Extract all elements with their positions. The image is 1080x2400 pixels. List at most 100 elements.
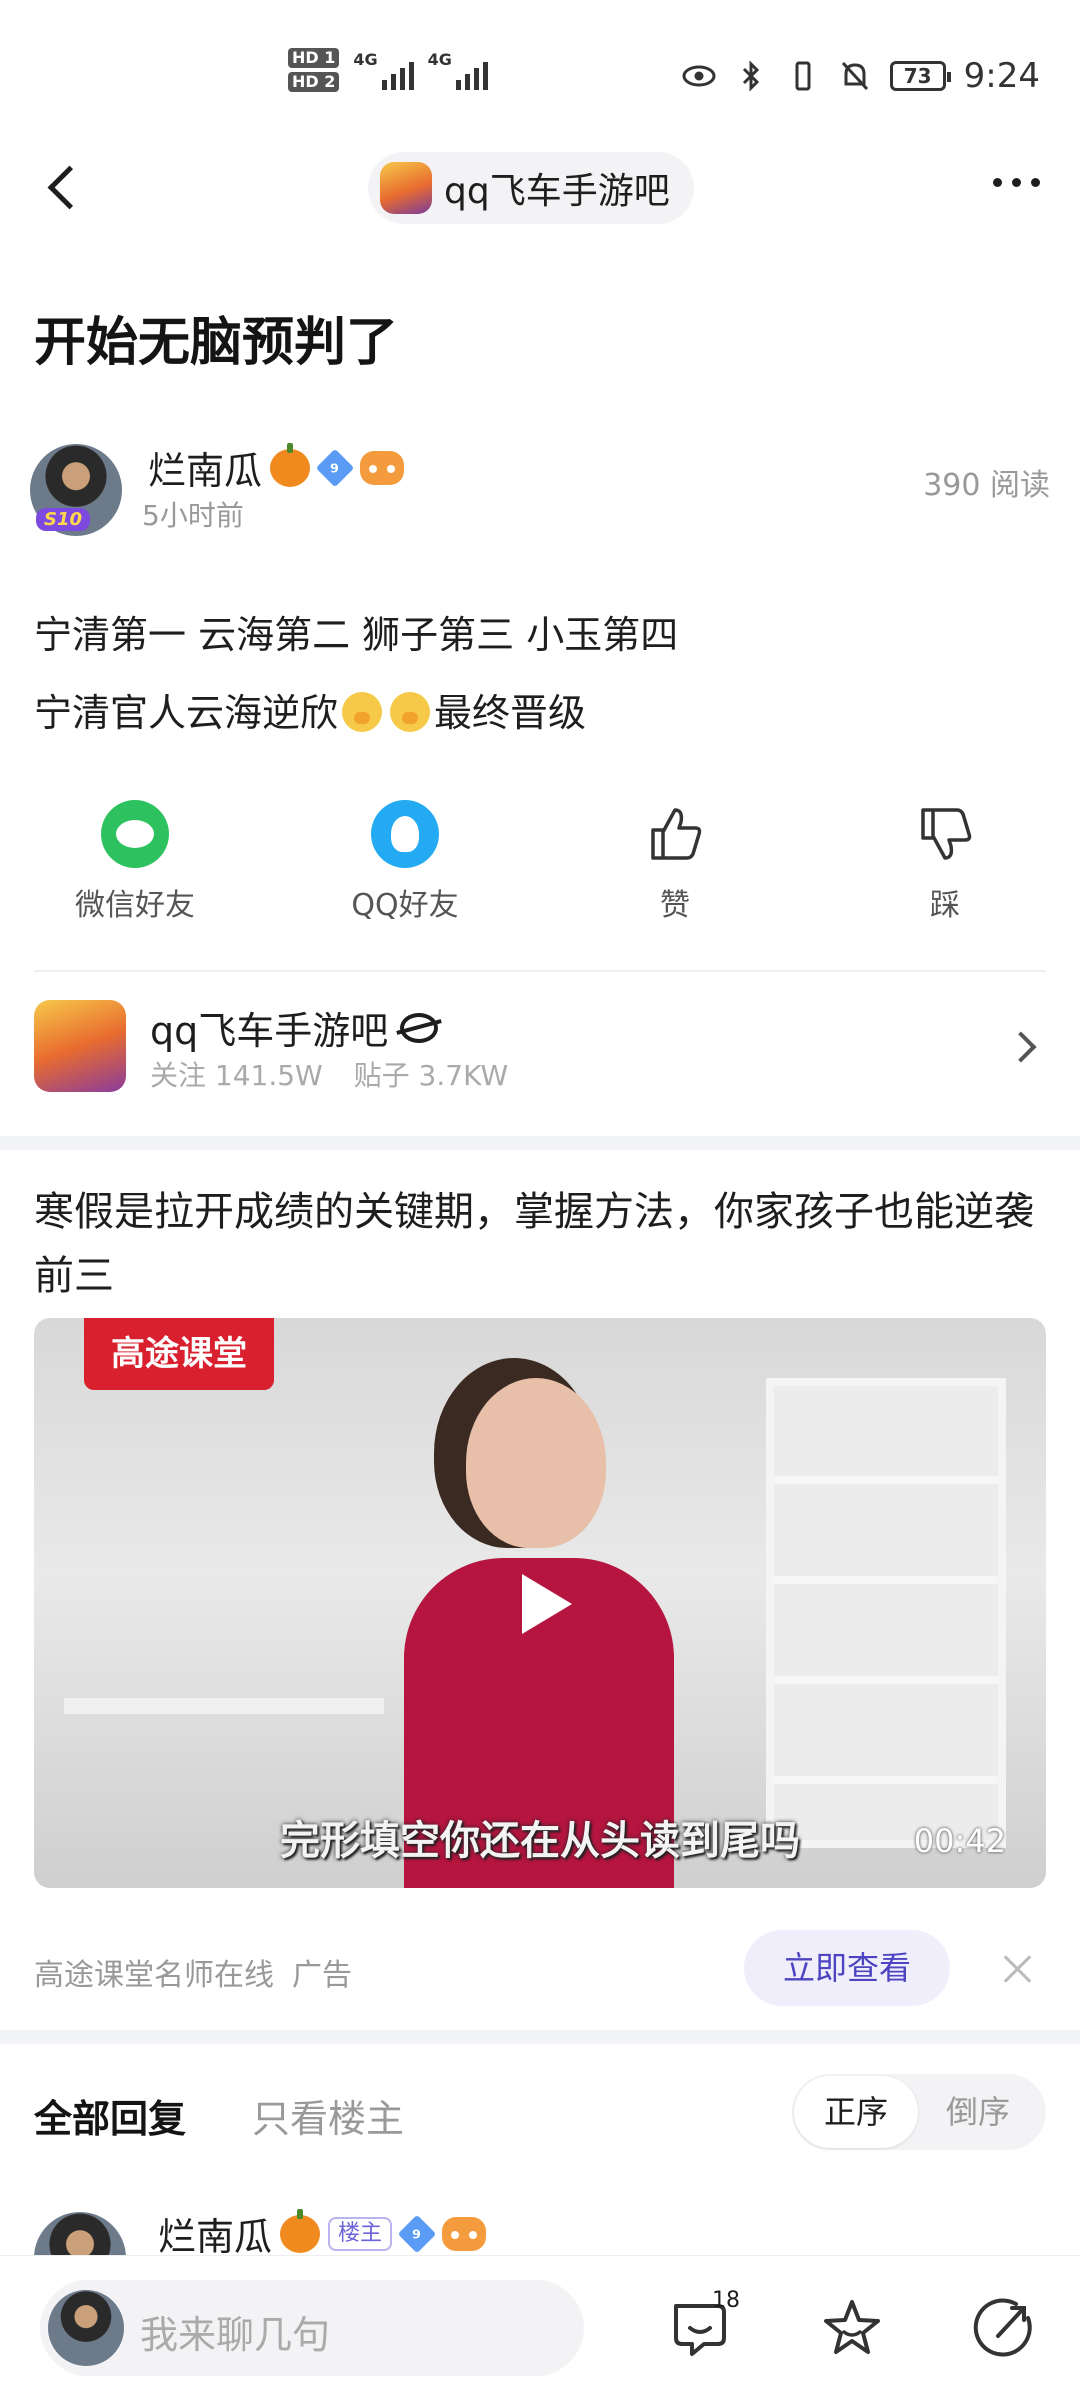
play-icon[interactable] <box>522 1574 572 1634</box>
level-number: 9 <box>330 459 340 476</box>
comment-count-badge: 18 <box>712 2288 740 2313</box>
reply-tabs: 全部回复 只看楼主 正序 倒序 <box>34 2074 1046 2154</box>
hd1-label: HD 1 <box>288 48 340 68</box>
post-content: 宁清第一 云海第二 狮子第三 小玉第四 宁清官人云海逆欣 最终晋级 <box>34 596 1044 752</box>
pumpkin-icon <box>270 442 311 487</box>
share-wechat-button[interactable]: 微信好友 <box>45 800 225 924</box>
level-badge-icon: 9 <box>315 448 355 487</box>
dislike-label: 踩 <box>930 888 960 923</box>
comment-placeholder: 我来聊几句 <box>140 2313 331 2357</box>
thumbs-down-icon <box>911 800 979 868</box>
share-qq-label: QQ好友 <box>351 888 459 923</box>
close-icon[interactable] <box>1002 1954 1032 1984</box>
video-subtitle: 完形填空你还在从头读到尾吗 <box>280 1818 800 1864</box>
forum-card-title: qq飞车手游吧 <box>150 1000 439 1055</box>
clock: 9:24 <box>963 56 1040 96</box>
my-avatar <box>48 2290 124 2366</box>
ad-title[interactable]: 寒假是拉开成绩的关键期，掌握方法，你家孩子也能逆袭前三 <box>34 1180 1046 1308</box>
ad-source-name: 高途课堂名师在线 <box>34 1958 274 1993</box>
emoji-icon <box>390 692 431 732</box>
back-arrow-icon[interactable] <box>40 160 90 216</box>
read-count: 390 阅读 <box>923 468 1050 503</box>
bluetooth-icon <box>734 59 768 93</box>
ad-video[interactable]: 高途课堂 完形填空你还在从头读到尾吗 00:42 <box>34 1318 1046 1888</box>
hd-indicator: HD 1 HD 2 <box>288 48 340 92</box>
gamepad-icon <box>360 450 405 485</box>
battery-indicator: 73 <box>889 61 951 91</box>
post-time: 5小时前 <box>142 499 244 532</box>
like-button[interactable]: 赞 <box>585 800 765 924</box>
signal-icon-2: 4G <box>428 50 488 90</box>
section-separator <box>0 2030 1080 2044</box>
video-scene-shelf <box>766 1378 1006 1848</box>
bottom-bar: 我来聊几句 18 <box>0 2256 1080 2400</box>
reply-level-number: 9 <box>412 2225 422 2242</box>
share-qq-button[interactable]: QQ好友 <box>315 800 495 924</box>
reply-author[interactable]: 烂南瓜 <box>158 2206 272 2261</box>
content-line-2-pre: 宁清官人云海逆欣 <box>34 691 339 735</box>
thumbs-up-icon <box>641 800 709 868</box>
forum-followers: 关注 141.5W <box>150 1059 323 1092</box>
qq-icon <box>371 800 439 868</box>
net2-label: 4G <box>427 50 452 69</box>
eye-icon <box>682 59 716 93</box>
tab-all-replies[interactable]: 全部回复 <box>34 2088 186 2143</box>
forum-pill[interactable]: qq飞车手游吧 <box>368 152 694 224</box>
wechat-icon <box>101 800 169 868</box>
planet-icon <box>400 1012 439 1043</box>
post-title: 开始无脑预判了 <box>34 313 399 373</box>
chevron-right-icon <box>1005 1031 1037 1063</box>
more-dots-icon[interactable] <box>993 178 1040 187</box>
video-duration: 00:42 <box>913 1822 1006 1860</box>
author-name-row: 烂南瓜 9 <box>148 440 405 495</box>
top-nav: qq飞车手游吧 <box>0 148 1080 228</box>
content-line-2-post: 最终晋级 <box>434 691 587 735</box>
emoji-icon <box>342 692 383 732</box>
author-name[interactable]: 烂南瓜 <box>148 440 262 495</box>
share-icon[interactable] <box>972 2296 1036 2360</box>
content-line-2: 宁清官人云海逆欣 最终晋级 <box>34 674 1044 752</box>
ad-brand-tag: 高途课堂 <box>84 1318 274 1390</box>
share-row: 微信好友 QQ好友 赞 踩 <box>0 800 1080 930</box>
mute-bell-icon <box>838 59 872 93</box>
pumpkin-icon <box>280 2208 321 2253</box>
ad-source: 高途课堂名师在线 广告 <box>34 1950 352 1994</box>
share-wechat-label: 微信好友 <box>75 888 195 923</box>
view-now-button[interactable]: 立即查看 <box>744 1930 950 2006</box>
sort-toggle: 正序 倒序 <box>792 2074 1046 2150</box>
forum-posts: 贴子 3.7KW <box>353 1059 509 1092</box>
sort-desc-button[interactable]: 倒序 <box>918 2076 1038 2148</box>
like-label: 赞 <box>660 888 690 923</box>
network-indicators: HD 1 HD 2 4G 4G <box>288 48 488 92</box>
signal-icon: 4G <box>353 50 414 90</box>
ad-footer: 高途课堂名师在线 广告 立即查看 <box>34 1930 1046 2010</box>
content-line-1: 宁清第一 云海第二 狮子第三 小玉第四 <box>34 613 679 657</box>
forum-card[interactable]: qq飞车手游吧 关注 141.5W 贴子 3.7KW <box>34 1000 1046 1100</box>
dislike-button[interactable]: 踩 <box>855 800 1035 924</box>
comment-input[interactable]: 我来聊几句 <box>40 2280 584 2376</box>
gamepad-icon <box>442 2216 487 2251</box>
host-tag: 楼主 <box>328 2216 393 2251</box>
ad-label: 广告 <box>292 1958 352 1993</box>
sort-asc-button[interactable]: 正序 <box>794 2076 918 2148</box>
avatar-badge: S10 <box>36 508 91 531</box>
net1-label: 4G <box>353 50 378 69</box>
author-row: S10 烂南瓜 9 5小时前 390 阅读 <box>30 440 1050 540</box>
hd2-label: HD 2 <box>288 72 340 92</box>
video-presenter-head <box>466 1378 606 1548</box>
star-favorite-icon[interactable] <box>820 2296 884 2360</box>
video-scene-bench <box>64 1698 384 1714</box>
forum-avatar <box>380 162 432 214</box>
divider <box>34 970 1046 972</box>
forum-name: qq飞车手游吧 <box>444 171 670 212</box>
forum-card-name: qq飞车手游吧 <box>150 1009 389 1053</box>
status-bar: HD 1 HD 2 4G 4G 73 9:24 <box>0 0 1080 140</box>
section-separator <box>0 1136 1080 1150</box>
reply-name-row: 烂南瓜 楼主 9 <box>158 2206 487 2261</box>
forum-card-stats: 关注 141.5W 贴子 3.7KW <box>150 1054 508 1094</box>
forum-card-avatar <box>34 1000 126 1092</box>
level-badge-icon: 9 <box>397 2214 437 2253</box>
tab-host-only[interactable]: 只看楼主 <box>252 2088 404 2143</box>
system-indicators: 73 9:24 <box>682 56 1040 96</box>
vibrate-icon <box>786 59 820 93</box>
